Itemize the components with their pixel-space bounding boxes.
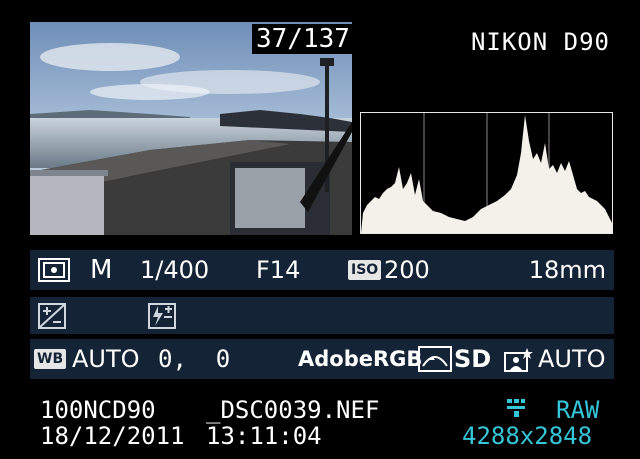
active-dlighting-value: AUTO: [538, 345, 606, 373]
active-dlighting-icon: [504, 346, 534, 376]
camera-model: NIKON D90: [470, 28, 610, 56]
capture-time: 13:11:04: [206, 422, 322, 450]
frame-counter: 37/137: [252, 24, 354, 54]
image-quality: RAW: [556, 396, 600, 424]
luminance-histogram: [360, 112, 613, 234]
picture-control-icon: [418, 346, 452, 376]
wb-fine-tune: 0, 0: [158, 345, 231, 373]
color-space: AdobeRGB: [298, 347, 423, 371]
white-balance-mode: AUTO: [72, 345, 140, 373]
iso-icon: ISO: [348, 260, 382, 280]
metering-matrix-icon: [38, 258, 70, 286]
shutter-speed: 1/400: [140, 256, 210, 284]
aperture: F14: [256, 256, 301, 284]
exposure-mode: M: [90, 255, 113, 285]
flash-compensation-icon: [148, 303, 176, 333]
white-balance-icon: WB: [34, 349, 67, 369]
folder-name: 100NCD90: [40, 396, 156, 424]
exposure-info-band: M 1/400 F14 ISO 200 18mm: [30, 250, 614, 290]
image-resolution: 4288x2848: [462, 422, 593, 450]
picture-control: SD: [454, 345, 492, 373]
file-name: _DSC0039.NEF: [206, 396, 380, 424]
image-size-icon: [506, 398, 526, 422]
exposure-compensation-icon: [38, 303, 66, 333]
iso-value: 200: [384, 256, 430, 284]
capture-date: 18/12/2011: [40, 422, 185, 450]
focal-length: 18mm: [528, 256, 606, 284]
compensation-band: [30, 297, 614, 334]
color-settings-band: WB AUTO 0, 0 AdobeRGB SD AUTO: [30, 339, 614, 379]
